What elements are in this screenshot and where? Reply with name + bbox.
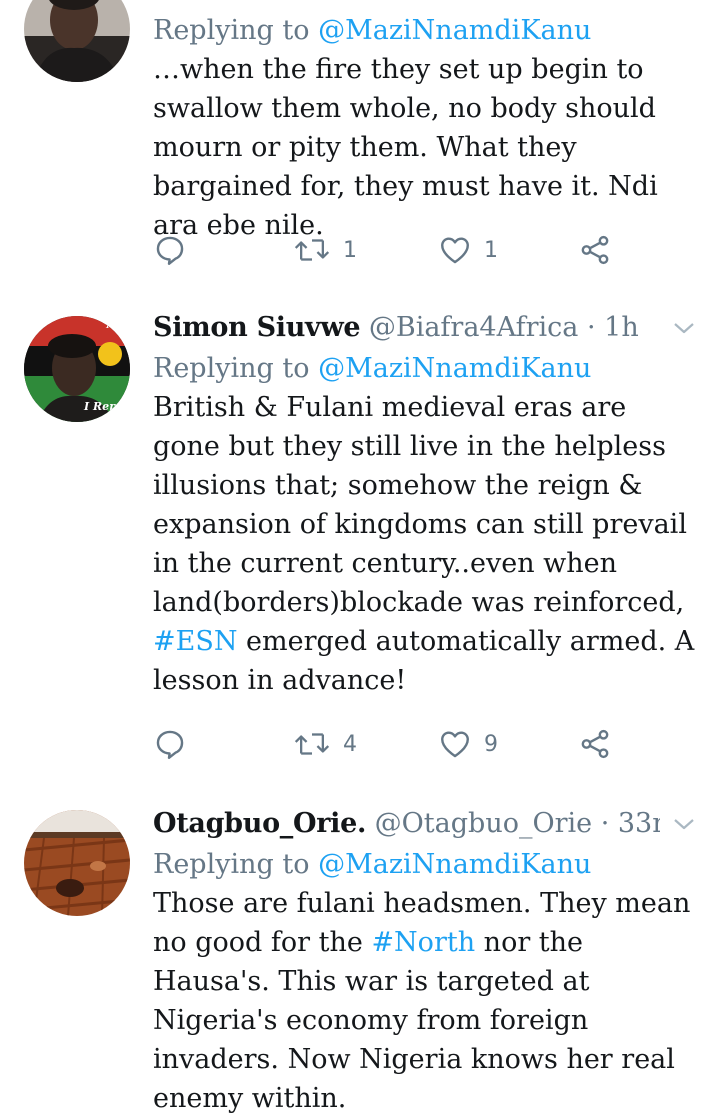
- avatar[interactable]: [24, 0, 130, 82]
- chevron-down-icon[interactable]: [672, 316, 696, 340]
- reply-context: Replying to @MaziNnamdiKanu: [153, 350, 700, 388]
- tweet-3[interactable]: Otagbuo_Orie. @Otagbuo_Orie · 33m Replyi…: [0, 786, 720, 1114]
- tweet-text: …when the fire they set up begin to swal…: [153, 50, 700, 245]
- tweet-header: Otagbuo_Orie. @Otagbuo_Orie · 33m: [153, 804, 660, 844]
- avatar-text-top: I Am: [105, 320, 130, 331]
- reply-button[interactable]: [153, 724, 199, 764]
- retweet-count: 1: [343, 237, 357, 263]
- share-button[interactable]: [578, 724, 612, 764]
- avatar-photo: I Am I Repre: [24, 316, 130, 422]
- reply-button[interactable]: [153, 230, 199, 270]
- retweet-count: 4: [343, 731, 357, 757]
- reply-icon: [156, 730, 184, 759]
- retweet-icon: [294, 239, 330, 261]
- separator: ·: [578, 312, 605, 343]
- reply-context: Replying to @MaziNnamdiKanu: [153, 846, 700, 884]
- avatar-photo: [24, 0, 130, 82]
- tweet-header: Simon Siuvwe @Biafra4Africa · 1h: [153, 308, 660, 348]
- like-button[interactable]: 9: [438, 724, 498, 764]
- mention-link[interactable]: @MaziNnamdiKanu: [318, 353, 591, 384]
- tweet-text-part: …when the fire they set up begin to swal…: [153, 54, 658, 241]
- like-count: 1: [484, 237, 498, 263]
- avatar[interactable]: I Am I Repre: [24, 316, 130, 422]
- retweet-button[interactable]: 4: [293, 724, 357, 764]
- tweet-text: British & Fulani medieval eras are gone …: [153, 388, 700, 700]
- mention-link[interactable]: @MaziNnamdiKanu: [318, 849, 591, 880]
- username[interactable]: @Otagbuo_Orie: [375, 808, 592, 839]
- timestamp[interactable]: 1h: [604, 312, 639, 343]
- display-name[interactable]: Simon Siuvwe: [153, 312, 361, 343]
- like-button[interactable]: 1: [438, 230, 498, 270]
- chevron-down-icon[interactable]: [672, 812, 696, 836]
- share-icon: [581, 729, 609, 759]
- reply-context: Replying to @MaziNnamdiKanu: [153, 12, 700, 50]
- display-name[interactable]: Otagbuo_Orie.: [153, 808, 366, 839]
- username[interactable]: @Biafra4Africa: [369, 312, 579, 343]
- avatar-text-bottom: I Repre: [83, 400, 130, 413]
- reply-prefix: Replying to: [153, 849, 310, 880]
- heart-icon: [441, 237, 469, 264]
- heart-icon: [441, 731, 469, 758]
- avatar-photo: [24, 810, 130, 916]
- timestamp[interactable]: 33m: [618, 808, 660, 839]
- mention-link[interactable]: @MaziNnamdiKanu: [318, 15, 591, 46]
- tweet-2[interactable]: I Am I Repre Simon Siuvwe @Biafra4Africa…: [0, 292, 720, 787]
- tweet-text: Those are fulani headsmen. They mean no …: [153, 884, 700, 1118]
- retweet-button[interactable]: 1: [293, 230, 357, 270]
- hashtag-link[interactable]: #North: [371, 927, 475, 958]
- tweet-1[interactable]: Replying to @MaziNnamdiKanu …when the fi…: [0, 0, 720, 293]
- hashtag-link[interactable]: #ESN: [153, 626, 237, 657]
- like-count: 9: [484, 731, 498, 757]
- retweet-icon: [294, 733, 330, 755]
- share-button[interactable]: [578, 230, 612, 270]
- reply-prefix: Replying to: [153, 15, 310, 46]
- tweet-actions: 1 1: [153, 230, 633, 270]
- tweet-text-part: British & Fulani medieval eras are gone …: [153, 392, 687, 618]
- avatar[interactable]: [24, 810, 130, 916]
- reply-prefix: Replying to: [153, 353, 310, 384]
- separator: ·: [592, 808, 618, 839]
- share-icon: [581, 235, 609, 265]
- reply-icon: [156, 236, 184, 265]
- tweet-actions: 4 9: [153, 724, 633, 764]
